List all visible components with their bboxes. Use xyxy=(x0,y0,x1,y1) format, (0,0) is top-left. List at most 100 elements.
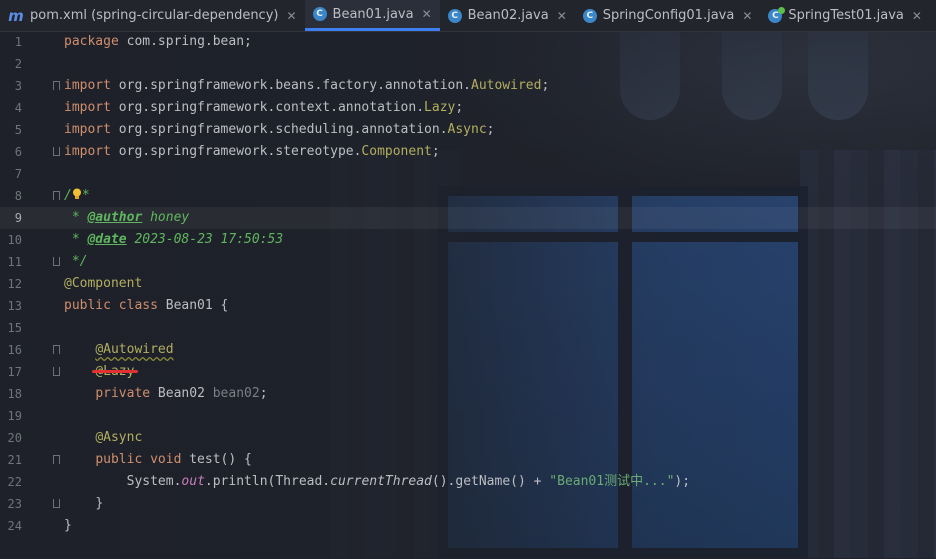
line-number: 15 xyxy=(7,321,22,335)
annotation: @Async xyxy=(95,430,143,445)
keyword: public class xyxy=(64,298,158,313)
method-signature: () { xyxy=(220,452,252,467)
comment-text: honey xyxy=(142,210,190,225)
code-line: 5 import org.springframework.scheduling.… xyxy=(0,119,936,141)
fold-icon[interactable] xyxy=(53,81,60,90)
fold-icon[interactable] xyxy=(53,367,60,376)
fold-icon[interactable] xyxy=(53,499,60,508)
semicolon: ; xyxy=(486,122,495,137)
type-name: Bean02 xyxy=(150,386,213,401)
keyword: private xyxy=(95,386,151,401)
import-class: Autowired xyxy=(471,78,542,93)
class-icon: C xyxy=(582,8,597,23)
keyword: package xyxy=(64,34,119,49)
class-icon: C xyxy=(447,8,462,23)
semicolon: ; xyxy=(455,100,464,115)
tab-springconfig01[interactable]: C SpringConfig01.java ✕ xyxy=(575,0,761,31)
code-text: System. xyxy=(126,474,182,489)
tab-bean02[interactable]: C Bean02.java ✕ xyxy=(440,0,575,31)
semicolon: ; xyxy=(259,386,268,401)
fold-icon[interactable] xyxy=(53,455,60,464)
comment-text: 2023-08-23 17:50:53 xyxy=(126,232,284,247)
close-icon[interactable]: ✕ xyxy=(286,9,296,23)
keyword: import xyxy=(64,100,111,115)
import-path: org.springframework.beans.factory.annota… xyxy=(110,78,471,93)
line-number: 17 xyxy=(7,365,22,379)
tab-pom-xml[interactable]: m pom.xml (spring-circular-dependency) ✕ xyxy=(0,0,305,31)
class-declaration: Bean01 { xyxy=(157,298,229,313)
string-literal: "Bean01测试中..." xyxy=(549,474,675,489)
code-line: 22 System.out.println(Thread.currentThre… xyxy=(0,471,936,493)
static-field: out xyxy=(181,474,205,489)
line-number: 22 xyxy=(7,475,22,489)
comment-text: * xyxy=(64,232,88,247)
lightbulb-icon[interactable] xyxy=(72,188,82,200)
import-class: Lazy xyxy=(424,100,456,115)
line-number: 10 xyxy=(7,233,22,247)
code-line-current: 9 * @author honey xyxy=(0,207,936,229)
comment-text: */ xyxy=(64,254,88,269)
code-line: 4 import org.springframework.context.ann… xyxy=(0,97,936,119)
code-text: ); xyxy=(674,474,691,489)
method-name: test xyxy=(181,452,221,467)
fold-icon[interactable] xyxy=(53,345,60,354)
fold-icon[interactable] xyxy=(53,147,60,156)
annotation: @Component xyxy=(64,276,143,291)
import-path: org.springframework.scheduling.annotatio… xyxy=(110,122,448,137)
import-path: org.springframework.stereotype. xyxy=(110,144,362,159)
tab-label: SpringTest01.java xyxy=(788,8,904,23)
import-class: Async xyxy=(447,122,487,137)
tab-label: SpringConfig01.java xyxy=(602,8,735,23)
semicolon: ; xyxy=(541,78,550,93)
import-path: org.springframework.context.annotation. xyxy=(110,100,425,115)
package-name: com.spring.bean; xyxy=(118,34,252,49)
line-number: 7 xyxy=(14,167,22,181)
red-underline-mark xyxy=(92,370,138,373)
code-line: 7 xyxy=(0,163,936,185)
brace: } xyxy=(64,518,72,533)
line-number: 23 xyxy=(7,497,22,511)
line-number: 20 xyxy=(7,431,22,445)
comment-text: * xyxy=(81,188,90,203)
javadoc-tag: @date xyxy=(87,232,127,247)
fold-icon[interactable] xyxy=(53,257,60,266)
line-number: 21 xyxy=(7,453,22,467)
close-icon[interactable]: ✕ xyxy=(422,7,432,21)
line-number: 18 xyxy=(7,387,22,401)
line-number: 1 xyxy=(14,35,22,49)
code-editor[interactable]: 1 package com.spring.bean; 2 3 import or… xyxy=(0,31,936,558)
code-line: 18 private Bean02 bean02; xyxy=(0,383,936,405)
line-number: 5 xyxy=(14,123,22,137)
field-name: bean02 xyxy=(212,386,260,401)
code-line: 6 import org.springframework.stereotype.… xyxy=(0,141,936,163)
code-text: .println(Thread. xyxy=(204,474,331,489)
maven-icon: m xyxy=(8,6,24,25)
brace: } xyxy=(95,496,104,511)
code-line: 24 } xyxy=(0,515,936,537)
code-line: 1 package com.spring.bean; xyxy=(0,31,936,53)
line-number: 6 xyxy=(14,145,22,159)
javadoc-tag: @author xyxy=(87,210,143,225)
code-line: 12 @Component xyxy=(0,273,936,295)
code-line: 8 / * xyxy=(0,185,936,207)
line-number: 9 xyxy=(14,211,22,225)
close-icon[interactable]: ✕ xyxy=(557,9,567,23)
close-icon[interactable]: ✕ xyxy=(742,9,752,23)
class-icon: C xyxy=(312,7,327,21)
code-line: 23 } xyxy=(0,493,936,515)
line-number: 24 xyxy=(7,519,22,533)
code-line: 13 public class Bean01 { xyxy=(0,295,936,317)
line-number: 8 xyxy=(14,189,22,203)
tab-bean01[interactable]: C Bean01.java ✕ xyxy=(304,0,440,31)
keyword: import xyxy=(64,122,111,137)
tab-springtest01[interactable]: C SpringTest01.java ✕ xyxy=(760,0,930,31)
code-line: 11 */ xyxy=(0,251,936,273)
keyword: import xyxy=(64,78,111,93)
code-text: ().getName() + xyxy=(431,474,550,489)
line-number: 3 xyxy=(14,79,22,93)
fold-icon[interactable] xyxy=(53,191,60,200)
line-number: 13 xyxy=(7,299,22,313)
close-icon[interactable]: ✕ xyxy=(912,9,922,23)
comment-text: * xyxy=(64,210,88,225)
